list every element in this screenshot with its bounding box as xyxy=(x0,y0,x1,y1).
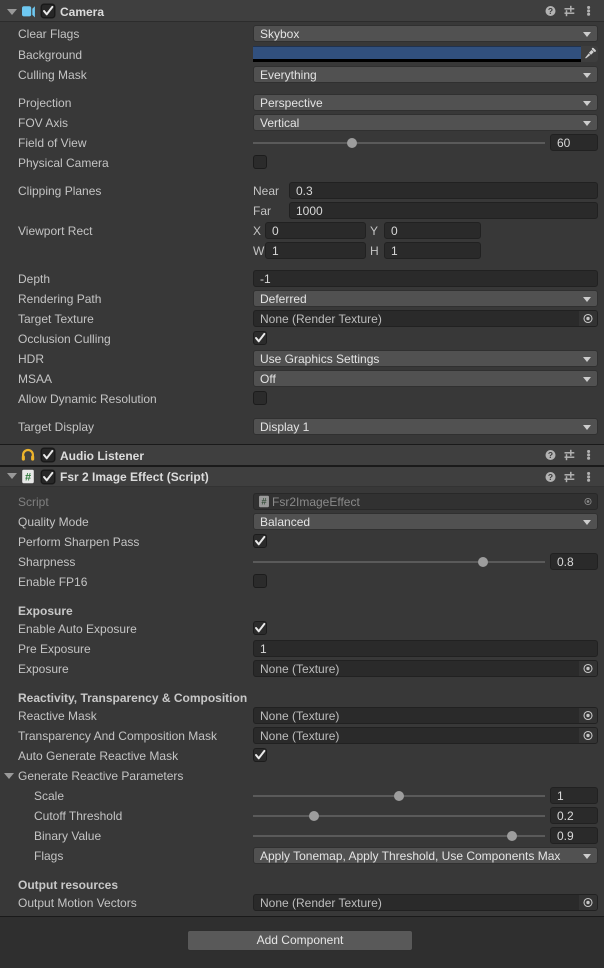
svg-text:#: # xyxy=(261,496,267,507)
svg-text:?: ? xyxy=(548,6,553,16)
svg-text:?: ? xyxy=(548,450,553,460)
svg-text:?: ? xyxy=(548,472,553,482)
svg-text:#: # xyxy=(25,471,31,483)
